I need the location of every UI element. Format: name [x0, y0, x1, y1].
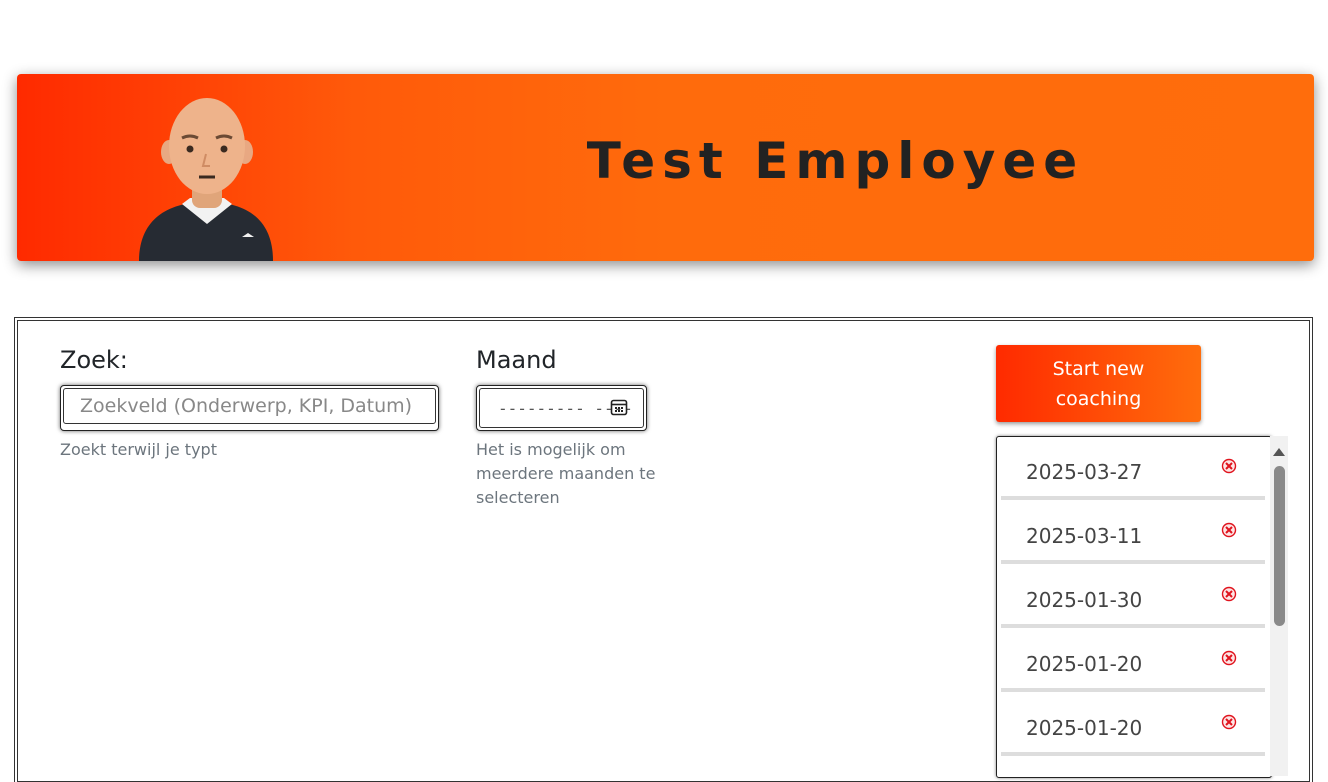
scrollbar-thumb[interactable]: [1274, 466, 1285, 626]
delete-icon[interactable]: [1221, 458, 1237, 474]
calendar-icon[interactable]: [610, 398, 628, 416]
start-new-coaching-button[interactable]: Start new coaching: [996, 345, 1201, 422]
month-picker[interactable]: --------- ----: [476, 385, 647, 431]
search-hint: Zoekt terwijl je typt: [60, 440, 217, 459]
coaching-date: 2025-01-20: [1026, 716, 1143, 740]
coaching-date: 2025-03-11: [1026, 524, 1143, 548]
delete-icon[interactable]: [1221, 586, 1237, 602]
delete-icon[interactable]: [1221, 714, 1237, 730]
coaching-list: 2025-03-27 2025-03-11 2025-01-30 2025-01…: [996, 436, 1272, 778]
search-field: [60, 385, 439, 431]
delete-icon[interactable]: [1221, 650, 1237, 666]
list-item[interactable]: 2025-01-30: [1001, 568, 1265, 628]
coaching-date: 2025-01-30: [1026, 588, 1143, 612]
employee-banner: Test Employee: [17, 74, 1314, 261]
list-item[interactable]: 2025-03-11: [1001, 504, 1265, 564]
coaching-date: 2025-03-27: [1026, 460, 1143, 484]
month-label: Maand: [476, 346, 557, 374]
month-hint: Het is mogelijk om meerdere maanden te s…: [476, 440, 656, 507]
employee-name: Test Employee: [586, 132, 1085, 190]
bald-man-avatar-icon: [139, 98, 273, 261]
coaching-date: 2025-01-20: [1026, 652, 1143, 676]
list-item[interactable]: 2025-01-20: [1001, 632, 1265, 692]
search-label: Zoek:: [60, 346, 128, 374]
search-input[interactable]: [63, 388, 436, 424]
list-item[interactable]: 2025-03-27: [1001, 440, 1265, 500]
list-item[interactable]: [1001, 760, 1265, 777]
delete-icon[interactable]: [1221, 522, 1237, 538]
scroll-up-arrow-icon[interactable]: [1273, 448, 1285, 456]
list-item[interactable]: 2025-01-20: [1001, 696, 1265, 756]
